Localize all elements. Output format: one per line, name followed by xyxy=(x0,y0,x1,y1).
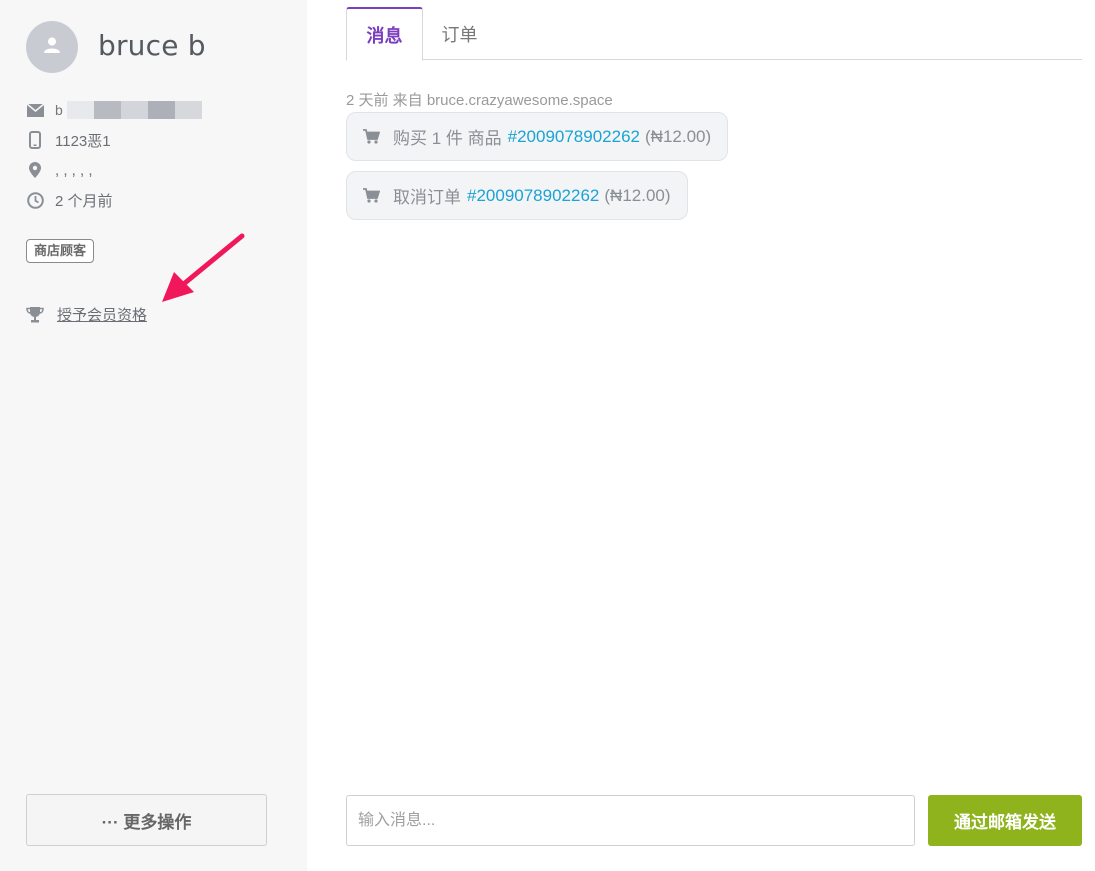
message-bubble: 取消订单 #2009078902262 (₦12.00) xyxy=(346,171,688,220)
send-via-email-button[interactable]: 通过邮箱发送 xyxy=(928,795,1082,846)
email-text: b xyxy=(55,102,63,118)
phone-value: 1123恶1 xyxy=(55,132,111,150)
customer-since: 2 个月前 xyxy=(55,192,113,210)
address-row: , , , , , xyxy=(26,160,93,180)
message-meta: 2 天前 来自 bruce.crazyawesome.space xyxy=(346,92,613,109)
trophy-icon xyxy=(26,306,44,324)
shopping-cart-icon xyxy=(363,129,381,145)
shopping-cart-icon xyxy=(363,188,381,204)
avatar xyxy=(26,21,78,73)
tab-bar: 消息 订单 xyxy=(346,7,1082,61)
location-pin-icon xyxy=(26,161,44,179)
order-link[interactable]: #2009078902262 xyxy=(508,127,640,147)
address-value: , , , , , xyxy=(55,161,93,179)
annotation-arrow-icon xyxy=(162,233,245,302)
order-amount: (₦12.00) xyxy=(604,185,671,205)
grant-membership-row: 授予会员资格 xyxy=(26,304,147,325)
customer-role-badge: 商店顾客 xyxy=(26,239,95,263)
message-text: 购买 1 件 商品 xyxy=(393,129,502,148)
grant-membership-link[interactable]: 授予会员资格 xyxy=(57,304,147,325)
tab-orders[interactable]: 订单 xyxy=(423,7,496,60)
email-value: b xyxy=(55,101,202,119)
order-amount: (₦12.00) xyxy=(645,126,712,146)
mobile-phone-icon xyxy=(26,131,44,149)
phone-row: 1123恶1 xyxy=(26,130,111,150)
customer-sidebar: bruce b b 1123恶1 , , , , , 2 个月前 商店顾客 授予… xyxy=(0,0,307,871)
redacted-email xyxy=(66,101,202,119)
clock-icon xyxy=(26,191,44,209)
message-input[interactable] xyxy=(346,795,915,846)
customer-name: bruce b xyxy=(98,29,206,62)
message-bubble: 购买 1 件 商品 #2009078902262 (₦12.00) xyxy=(346,112,729,161)
user-icon xyxy=(42,35,62,60)
order-link[interactable]: #2009078902262 xyxy=(467,186,599,206)
tab-messages[interactable]: 消息 xyxy=(346,7,423,61)
email-row: b xyxy=(26,100,202,120)
more-actions-button[interactable]: ··· 更多操作 xyxy=(26,794,267,846)
message-text: 取消订单 xyxy=(393,188,461,207)
since-row: 2 个月前 xyxy=(26,190,113,210)
envelope-icon xyxy=(26,101,44,119)
